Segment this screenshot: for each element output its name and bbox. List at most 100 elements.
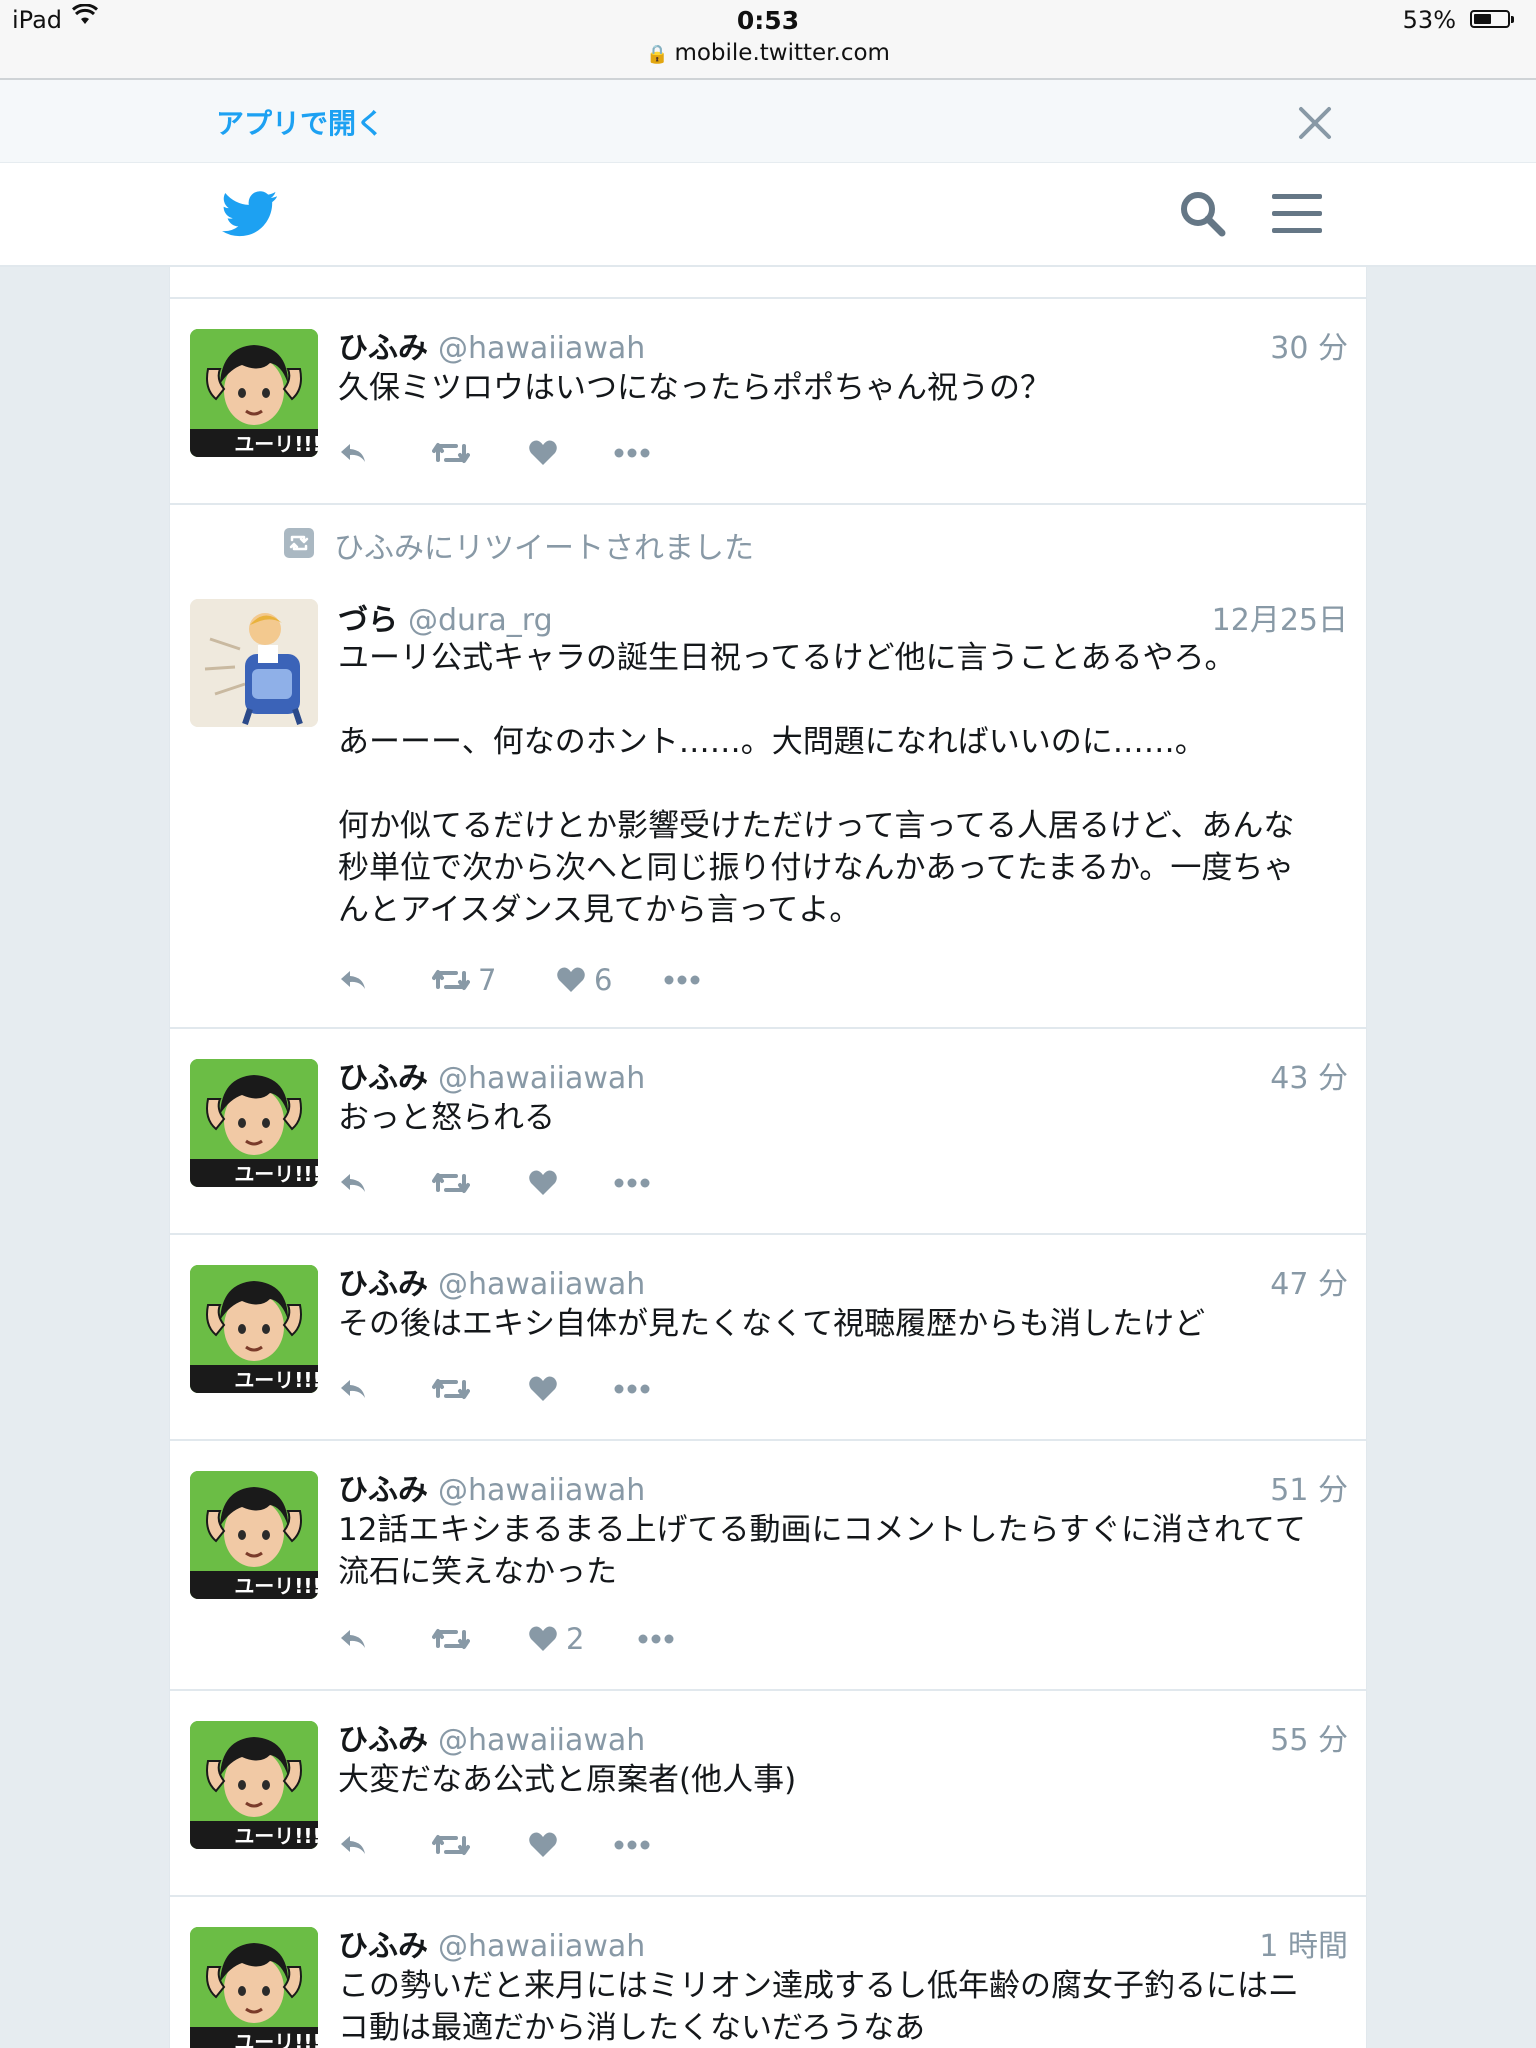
display-name[interactable]: ひふみ [338, 1267, 428, 1302]
timestamp[interactable]: 47 分 [1270, 1259, 1348, 1303]
like-button[interactable] [528, 1163, 558, 1203]
display-name[interactable]: ひふみ [338, 1929, 428, 1964]
like-button[interactable] [528, 1825, 558, 1865]
clock: 0:53 [736, 6, 800, 35]
retweet-button[interactable]: 7 [432, 960, 496, 1000]
display-name[interactable]: ひふみ [338, 1723, 428, 1758]
tweet-text: この勢いだと来月にはミリオン達成するし低年齢の腐女子釣るにはニ コ動は最適だから… [338, 1968, 1299, 2046]
timestamp[interactable]: 43 分 [1270, 1053, 1348, 1097]
display-name[interactable]: ひふみ [338, 1473, 428, 1508]
more-options-button[interactable] [614, 433, 650, 473]
tweet[interactable]: ユーリ!!! ひふみ @hawaiiawah 1 時間 この勢いだと来月にはミリオ… [170, 1895, 1366, 2048]
twitter-bird-icon[interactable] [222, 189, 278, 239]
tweet-text: 久保ミツロウはいつになったらポポちゃん祝うの？ [338, 370, 1051, 406]
reply-icon [338, 1626, 368, 1652]
reply-button[interactable] [338, 1163, 368, 1203]
more-dots-icon [614, 1384, 650, 1394]
hamburger-menu-icon[interactable] [1270, 191, 1324, 237]
tweet-text: おっと怒られる [338, 1100, 555, 1136]
battery-fill [1474, 14, 1491, 24]
reply-icon [338, 1170, 368, 1196]
like-heart-icon [556, 966, 586, 994]
anime-character-avatar-image: ユーリ!!! [190, 1927, 318, 2048]
user-handle[interactable]: @hawaiiawah [438, 1929, 645, 1964]
timestamp[interactable]: 30 分 [1270, 323, 1348, 367]
retweet-button[interactable] [432, 1619, 470, 1659]
tweet[interactable]: ユーリ!!! ひふみ @hawaiiawah 43 分 おっと怒られる [170, 1027, 1366, 1233]
user-handle[interactable]: @dura_rg [408, 603, 553, 638]
like-button[interactable] [528, 1369, 558, 1409]
user-handle[interactable]: @hawaiiawah [438, 1473, 645, 1508]
more-options-button[interactable] [638, 1619, 674, 1659]
user-handle[interactable]: @hawaiiawah [438, 331, 645, 366]
timestamp[interactable]: 1 時間 [1259, 1921, 1348, 1965]
display-name[interactable]: ひふみ [338, 1061, 428, 1096]
tweet[interactable]: ユーリ!!! ひふみ @hawaiiawah 51 分 12話エキシまるまる上げて… [170, 1439, 1366, 1689]
reply-button[interactable] [338, 433, 368, 473]
display-name[interactable]: づら [338, 603, 398, 638]
tweet-header: ひふみ @hawaiiawah 30 分 [338, 323, 1348, 366]
like-heart-icon [528, 439, 558, 467]
retweet-button[interactable] [432, 1369, 470, 1409]
top-navigation [0, 163, 1536, 267]
reply-button[interactable] [338, 1619, 368, 1659]
tweet[interactable]: ユーリ!!! ひふみ @hawaiiawah 55 分 大変だなあ公式と原案者(他… [170, 1689, 1366, 1895]
reply-button[interactable] [338, 960, 368, 1000]
svg-text:ユーリ!!!: ユーリ!!! [234, 1368, 318, 1392]
tweet[interactable]: ユーリ!!! ひふみ @hawaiiawah 30 分 久保ミツロウはいつになった… [170, 297, 1366, 503]
avatar[interactable]: ユーリ!!! [190, 1927, 318, 2048]
close-banner-icon[interactable] [1296, 104, 1336, 144]
url-text: mobile.twitter.com [674, 40, 890, 66]
svg-text:ユーリ!!!: ユーリ!!! [234, 2030, 318, 2048]
retweet-button[interactable] [432, 433, 470, 473]
timestamp[interactable]: 55 分 [1270, 1715, 1348, 1759]
display-name[interactable]: ひふみ [338, 331, 428, 366]
ios-status-bar: iPad 0:53 🔒 mobile.twitter.com 53% [0, 0, 1536, 80]
like-heart-icon [528, 1831, 558, 1859]
timeline: ユーリ!!! ひふみ @hawaiiawah 30 分 久保ミツロウはいつになった… [169, 267, 1367, 2048]
svg-text:ユーリ!!!: ユーリ!!! [234, 432, 318, 456]
like-heart-icon [528, 1375, 558, 1403]
svg-text:ユーリ!!!: ユーリ!!! [234, 1162, 318, 1186]
avatar[interactable]: ユーリ!!! [190, 329, 318, 457]
reply-icon [338, 1376, 368, 1402]
timestamp[interactable]: 51 分 [1270, 1465, 1348, 1509]
user-handle[interactable]: @hawaiiawah [438, 1723, 645, 1758]
reply-button[interactable] [338, 1369, 368, 1409]
like-button[interactable]: 6 [556, 960, 612, 1000]
avatar[interactable]: ユーリ!!! [190, 1059, 318, 1187]
reply-button[interactable] [338, 1825, 368, 1865]
avatar[interactable]: ユーリ!!! [190, 1265, 318, 1393]
more-options-button[interactable] [614, 1825, 650, 1865]
timestamp[interactable]: 12月25日 [1212, 595, 1348, 639]
retweet-icon [432, 1376, 470, 1402]
user-handle[interactable]: @hawaiiawah [438, 1267, 645, 1302]
like-count: 6 [594, 963, 613, 997]
battery-percent: 53% [1402, 6, 1456, 34]
avatar[interactable] [190, 599, 318, 727]
retweeted-by-label[interactable]: ひふみにリツイートされました [334, 523, 754, 567]
search-icon[interactable] [1178, 189, 1228, 239]
retweet-button[interactable] [432, 1163, 470, 1203]
tweet[interactable]: ユーリ!!! ひふみ @hawaiiawah 47 分 その後はエキシ自体が見たく… [170, 1233, 1366, 1439]
anime-character-avatar-image: ユーリ!!! [190, 329, 318, 457]
tweet-header: ひふみ @hawaiiawah 43 分 [338, 1053, 1348, 1096]
retweet-button[interactable] [432, 1825, 470, 1865]
avatar[interactable]: ユーリ!!! [190, 1721, 318, 1849]
more-options-button[interactable] [614, 1369, 650, 1409]
retweet-icon [432, 440, 470, 466]
retweet-icon [432, 967, 470, 993]
like-button[interactable]: 2 [528, 1619, 584, 1659]
retweet-icon [284, 528, 314, 562]
address-bar[interactable]: 🔒 mobile.twitter.com [0, 40, 1536, 66]
tweet[interactable]: ひふみにリツイートされました づら @dura_rg 12月25日 ユーリ公式キャ… [170, 503, 1366, 1027]
like-button[interactable] [528, 433, 558, 473]
tweet-header: ひふみ @hawaiiawah 55 分 [338, 1715, 1348, 1758]
open-in-app-link[interactable]: アプリで開く [216, 102, 384, 142]
more-options-button[interactable] [664, 960, 700, 1000]
avatar[interactable]: ユーリ!!! [190, 1471, 318, 1599]
user-handle[interactable]: @hawaiiawah [438, 1061, 645, 1096]
more-options-button[interactable] [614, 1163, 650, 1203]
more-dots-icon [614, 1840, 650, 1850]
tweet-text: ユーリ公式キャラの誕生日祝ってるけど他に言うことあるやろ。 あーーー、何なのホン… [338, 640, 1295, 928]
